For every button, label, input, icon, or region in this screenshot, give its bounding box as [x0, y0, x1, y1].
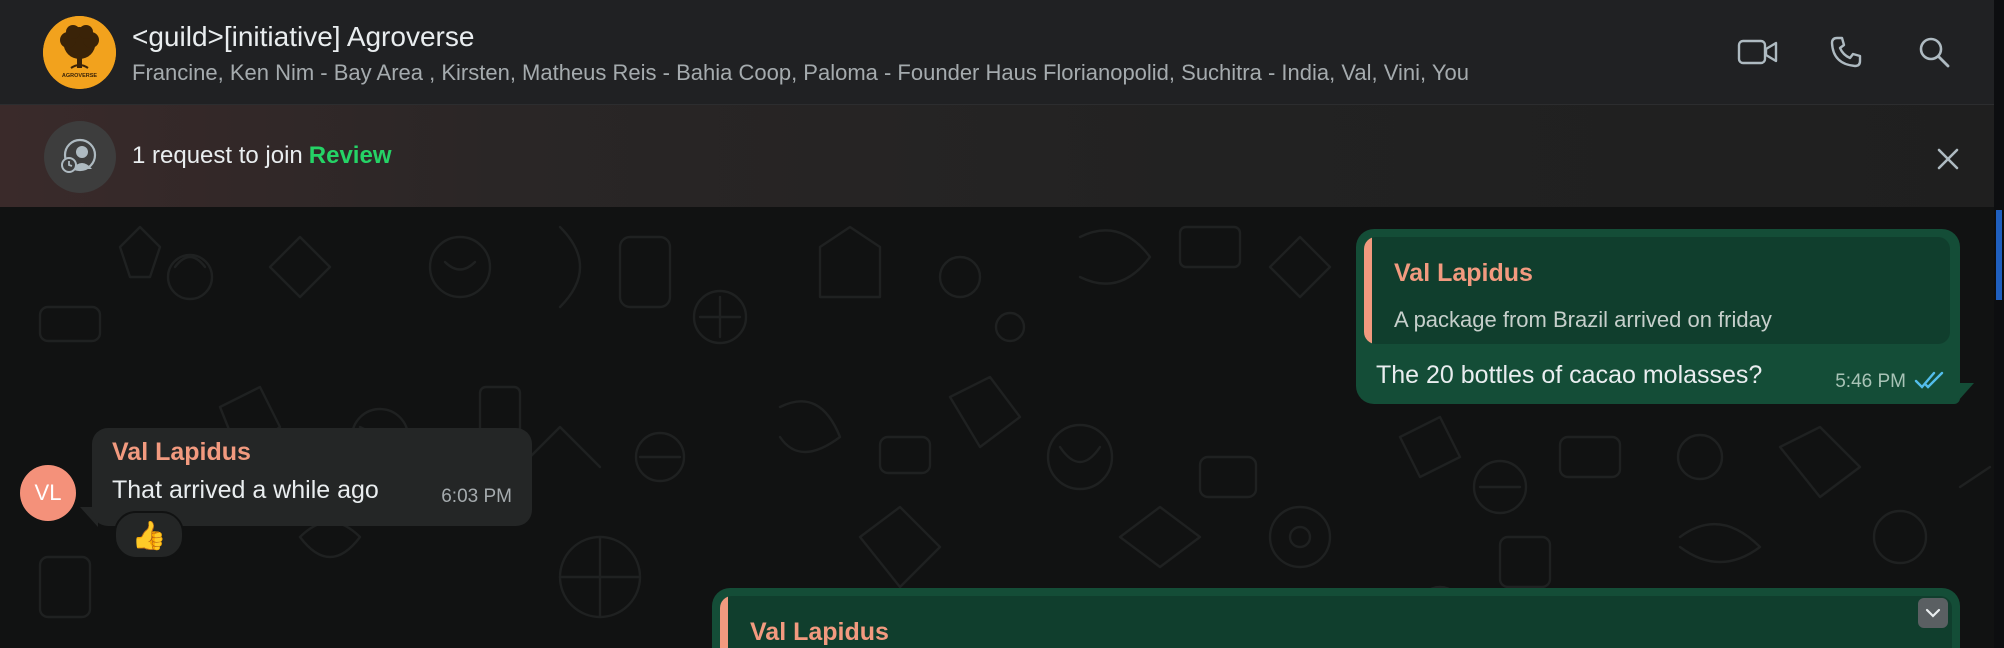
read-receipt-icon	[1914, 371, 1944, 389]
video-camera-icon	[1737, 39, 1778, 65]
join-request-label: 1 request to join	[132, 142, 303, 169]
join-request-text: 1 request to join Review	[132, 142, 392, 170]
join-request-banner: 1 request to join Review	[0, 105, 1994, 207]
outgoing-message[interactable]: Val Lapidus	[712, 588, 1960, 648]
chat-members: Francine, Ken Nim - Bay Area , Kirsten, …	[132, 60, 1469, 85]
phone-icon	[1830, 36, 1862, 68]
group-avatar[interactable]: AGROVERSE	[43, 16, 116, 89]
chat-window: AGROVERSE <guild>[initiative] Agroverse …	[0, 0, 1994, 648]
message-text: The 20 bottles of cacao molasses?	[1376, 361, 1763, 389]
search-icon	[1919, 37, 1950, 68]
message-menu-button[interactable]	[1918, 598, 1948, 628]
message-text: That arrived a while ago	[112, 476, 379, 504]
background-accent	[1996, 210, 2002, 300]
quote-accent-bar	[1364, 237, 1372, 344]
search-button[interactable]	[1912, 32, 1956, 72]
outgoing-bubble-tail	[1958, 383, 1974, 401]
voice-call-button[interactable]	[1824, 32, 1868, 72]
quote-accent-bar	[720, 596, 728, 648]
message-time: 6:03 PM	[441, 486, 512, 507]
sender-avatar[interactable]: VL	[20, 465, 76, 521]
quoted-message[interactable]: Val Lapidus	[720, 596, 1952, 648]
review-link[interactable]: Review	[309, 142, 392, 169]
thumbs-up-reaction[interactable]: 👍	[114, 511, 184, 559]
sender-name: Val Lapidus	[112, 438, 251, 466]
avatar-logo-text: AGROVERSE	[62, 73, 97, 79]
video-call-button[interactable]	[1736, 32, 1780, 72]
message-time: 5:46 PM	[1835, 371, 1906, 392]
community-request-icon	[44, 121, 116, 193]
quote-author: Val Lapidus	[1394, 259, 1533, 287]
quote-text: A package from Brazil arrived on friday	[1394, 307, 1772, 332]
message-list[interactable]: Val Lapidus A package from Brazil arrive…	[0, 207, 1994, 648]
dismiss-banner-button[interactable]	[1928, 139, 1968, 179]
header-actions	[1736, 32, 1956, 72]
agroverse-logo-icon: AGROVERSE	[43, 16, 116, 89]
window-edge	[1994, 0, 2004, 648]
chat-title: <guild>[initiative] Agroverse	[132, 21, 475, 52]
quote-author: Val Lapidus	[750, 618, 889, 646]
chat-title-block[interactable]: <guild>[initiative] Agroverse Francine, …	[132, 20, 1732, 88]
outgoing-message[interactable]: Val Lapidus A package from Brazil arrive…	[1356, 229, 1960, 404]
close-icon	[1937, 148, 1959, 170]
quoted-message[interactable]: Val Lapidus A package from Brazil arrive…	[1364, 237, 1950, 344]
chat-header[interactable]: AGROVERSE <guild>[initiative] Agroverse …	[0, 0, 1994, 105]
chevron-down-icon	[1925, 608, 1941, 618]
